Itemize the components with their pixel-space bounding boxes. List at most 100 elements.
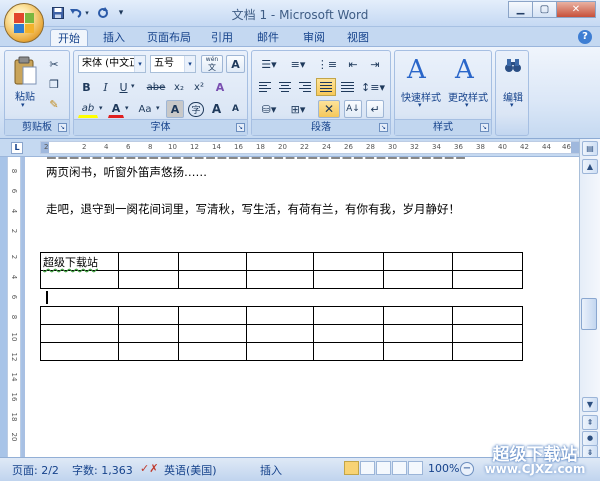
shading-button[interactable]: ⛁▾ [256,100,282,118]
superscript-button[interactable]: x² [190,78,208,96]
page-count[interactable]: 页面: 2/2 [12,462,59,478]
change-case-button[interactable]: Aa [134,100,156,118]
close-button[interactable]: ✕ [556,1,596,18]
editing-button[interactable]: 编辑 ▾ [498,53,528,117]
table-cell[interactable] [177,342,247,361]
horizontal-ruler[interactable]: 2 2 4 6 8 10 12 14 16 18 20 22 24 26 28 … [40,141,580,154]
table-cell[interactable] [313,342,385,361]
body-text-line[interactable]: 走吧，退守到一阕花间词里，写清秋，写生活，有荷有兰，有你有我，岁月静好！ [46,201,460,217]
table-cell[interactable] [383,342,454,361]
bold-button[interactable]: B [78,78,95,96]
highlight-dropdown-icon[interactable]: ▾ [99,104,103,112]
scroll-down-icon[interactable]: ▼ [582,397,598,412]
clipboard-launcher-icon[interactable]: ↘ [58,123,67,132]
table-cell[interactable] [452,324,523,343]
table-cell[interactable] [40,270,119,289]
table-cell[interactable] [117,270,179,289]
font-size-dropdown-icon[interactable]: ▾ [184,56,195,72]
scrollbar-thumb[interactable] [581,298,597,330]
char-border-button[interactable]: A [226,55,245,73]
table-cell[interactable] [245,342,315,361]
table-cell[interactable] [383,306,454,325]
document-page[interactable]: ▬▬▬▬▬▬▬▬▬▬▬▬▬▬▬▬▬▬▬▬▬▬▬▬▬▬▬▬▬▬▬▬▬▬▬▬▬ 两页… [25,157,579,457]
table-cell[interactable] [117,324,179,343]
font-name-combo[interactable]: 宋体 (中文正文) ▾ [78,55,146,73]
font-color-button[interactable]: A [108,100,124,118]
align-center-button[interactable] [276,78,294,96]
font-name-dropdown-icon[interactable]: ▾ [134,56,145,72]
font-size-combo[interactable]: 五号 ▾ [150,55,196,73]
shrink-font-button[interactable]: A [227,100,244,118]
proofing-icon[interactable]: ✓✗ [140,462,158,475]
table-cell[interactable] [313,306,385,325]
table-cell[interactable] [452,306,523,325]
tab-references[interactable]: 引用 [204,29,240,46]
decrease-indent-button[interactable]: ⇤ [343,55,363,73]
web-layout-icon[interactable] [376,461,391,475]
sort-button[interactable]: A↓ [344,100,362,118]
help-icon[interactable]: ? [578,30,592,44]
office-button[interactable] [4,3,44,43]
align-left-button[interactable] [256,78,274,96]
table-cell[interactable] [313,324,385,343]
table-cell[interactable] [177,252,247,271]
table-cell[interactable] [383,252,454,271]
format-painter-button[interactable]: ✎ [45,95,63,113]
font-launcher-icon[interactable]: ↘ [236,123,245,132]
tab-home[interactable]: 开始 [50,29,88,47]
strikethrough-button[interactable]: abe [144,78,168,96]
line-spacing-button[interactable]: ↕≡▾ [360,78,386,96]
align-right-button[interactable] [296,78,314,96]
enclose-char-button[interactable]: 字 [187,100,205,118]
phonetic-guide-button[interactable]: wén 文 [201,55,223,73]
ruler-toggle-icon[interactable]: ▤ [582,141,598,156]
cut-button[interactable]: ✂ [45,55,63,73]
table-cell[interactable] [177,306,247,325]
tab-insert[interactable]: 插入 [96,29,132,46]
paste-button[interactable]: 粘贴 ▾ [10,54,40,109]
borders-button[interactable]: ⊞▾ [285,100,311,118]
underline-dropdown-icon[interactable]: ▾ [131,82,135,90]
table-cell[interactable] [40,324,119,343]
zoom-level[interactable]: 100% [428,462,459,475]
table-cell[interactable]: 超级下载站 [40,252,119,271]
styles-launcher-icon[interactable]: ↘ [480,123,489,132]
table-cell[interactable] [40,342,119,361]
table-cell[interactable] [177,324,247,343]
multilevel-list-button[interactable]: ⋮≡ [314,55,340,73]
tab-view[interactable]: 视图 [340,29,376,46]
insert-mode[interactable]: 插入 [260,462,282,478]
table-cell[interactable] [313,252,385,271]
grow-font-button[interactable]: A [208,100,225,118]
change-case-dropdown-icon[interactable]: ▾ [156,104,160,112]
table-cell[interactable] [117,342,179,361]
tab-mailings[interactable]: 邮件 [250,29,286,46]
highlight-button[interactable]: ab [78,100,98,118]
italic-button[interactable]: I [97,78,114,96]
document-table[interactable] [40,306,523,361]
paragraph-launcher-icon[interactable]: ↘ [379,123,388,132]
table-cell[interactable] [313,270,385,289]
table-cell[interactable] [245,306,315,325]
full-screen-reading-icon[interactable] [360,461,375,475]
tab-page-layout[interactable]: 页面布局 [140,29,198,46]
table-cell[interactable] [245,324,315,343]
outline-view-icon[interactable] [392,461,407,475]
table-cell[interactable] [383,270,454,289]
document-table[interactable]: 超级下载站 [40,252,523,289]
table-cell[interactable] [452,252,523,271]
increase-indent-button[interactable]: ⇥ [365,55,385,73]
distributed-button[interactable] [338,78,356,96]
table-cell[interactable] [40,306,119,325]
change-styles-button[interactable]: A 更改样式 ▾ [445,53,491,113]
table-cell[interactable] [452,270,523,289]
maximize-button[interactable]: ▢ [532,1,557,18]
quick-styles-button[interactable]: A 快速样式 ▾ [397,53,445,113]
body-text-line[interactable]: 两页闲书，听窗外笛声悠扬…… [46,164,207,180]
table-cell[interactable] [245,252,315,271]
table-cell[interactable] [245,270,315,289]
show-marks-button[interactable]: ↵ [366,100,384,118]
word-count[interactable]: 字数: 1,363 [72,462,133,478]
clear-formatting-button[interactable]: A [210,78,230,96]
tab-selector[interactable]: L [11,142,23,154]
